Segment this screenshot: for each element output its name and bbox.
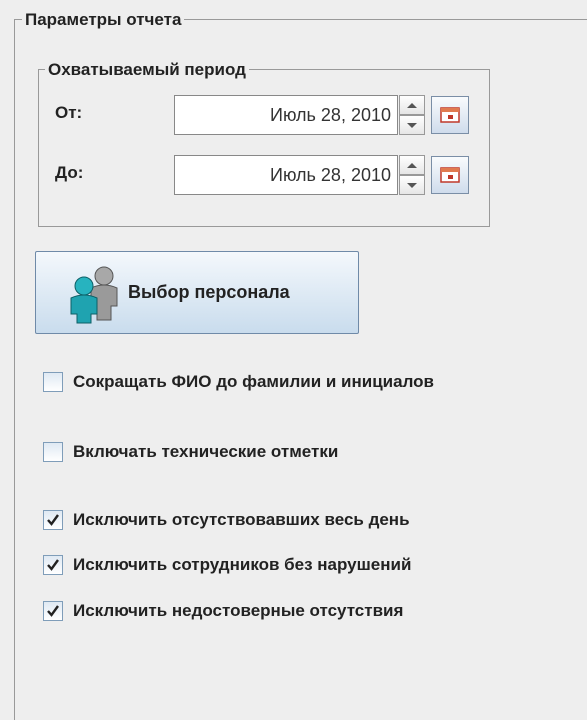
calendar-icon	[440, 107, 460, 123]
to-label: До:	[55, 163, 84, 182]
option-exclude-no-violations-label: Исключить сотрудников без нарушений	[73, 555, 412, 574]
to-date-spinner	[399, 155, 425, 195]
option-shorten-names-checkbox[interactable]	[43, 372, 63, 392]
select-staff-button[interactable]: Выбор персонала	[35, 251, 359, 334]
checkmark-icon	[47, 605, 59, 617]
option-exclude-no-violations[interactable]: Исключить сотрудников без нарушений	[43, 555, 411, 575]
people-icon	[70, 266, 118, 323]
option-exclude-no-violations-checkbox[interactable]	[43, 555, 63, 575]
option-exclude-unreliable-absences-checkbox[interactable]	[43, 601, 63, 621]
from-date-field[interactable]: Июль 28, 2010	[174, 95, 398, 135]
from-calendar-button[interactable]	[431, 96, 469, 134]
checkmark-icon	[47, 559, 59, 571]
from-label: От:	[55, 103, 83, 122]
select-staff-label: Выбор персонала	[128, 282, 290, 302]
option-exclude-absent-all-day-checkbox[interactable]	[43, 510, 63, 530]
option-include-tech-marks[interactable]: Включать технические отметки	[43, 442, 338, 462]
option-exclude-unreliable-absences[interactable]: Исключить недостоверные отсутствия	[43, 601, 403, 621]
to-calendar-button[interactable]	[431, 156, 469, 194]
to-date-field[interactable]: Июль 28, 2010	[174, 155, 398, 195]
option-shorten-names-label: Сокращать ФИО до фамилии и инициалов	[73, 372, 434, 391]
report-params-legend: Параметры отчета	[22, 10, 185, 30]
option-include-tech-marks-checkbox[interactable]	[43, 442, 63, 462]
option-exclude-absent-all-day[interactable]: Исключить отсутствовавших весь день	[43, 510, 410, 530]
to-spinner-down-icon[interactable]	[399, 175, 425, 195]
from-date-spinner	[399, 95, 425, 135]
option-include-tech-marks-label: Включать технические отметки	[73, 442, 339, 461]
period-group	[38, 69, 490, 227]
option-shorten-names[interactable]: Сокращать ФИО до фамилии и инициалов	[43, 372, 434, 392]
calendar-icon	[440, 167, 460, 183]
option-exclude-absent-all-day-label: Исключить отсутствовавших весь день	[73, 510, 410, 529]
from-spinner-down-icon[interactable]	[399, 115, 425, 135]
option-exclude-unreliable-absences-label: Исключить недостоверные отсутствия	[73, 601, 404, 620]
to-spinner-up-icon[interactable]	[399, 155, 425, 175]
from-spinner-up-icon[interactable]	[399, 95, 425, 115]
checkmark-icon	[47, 514, 59, 526]
period-legend: Охватываемый период	[45, 60, 249, 80]
